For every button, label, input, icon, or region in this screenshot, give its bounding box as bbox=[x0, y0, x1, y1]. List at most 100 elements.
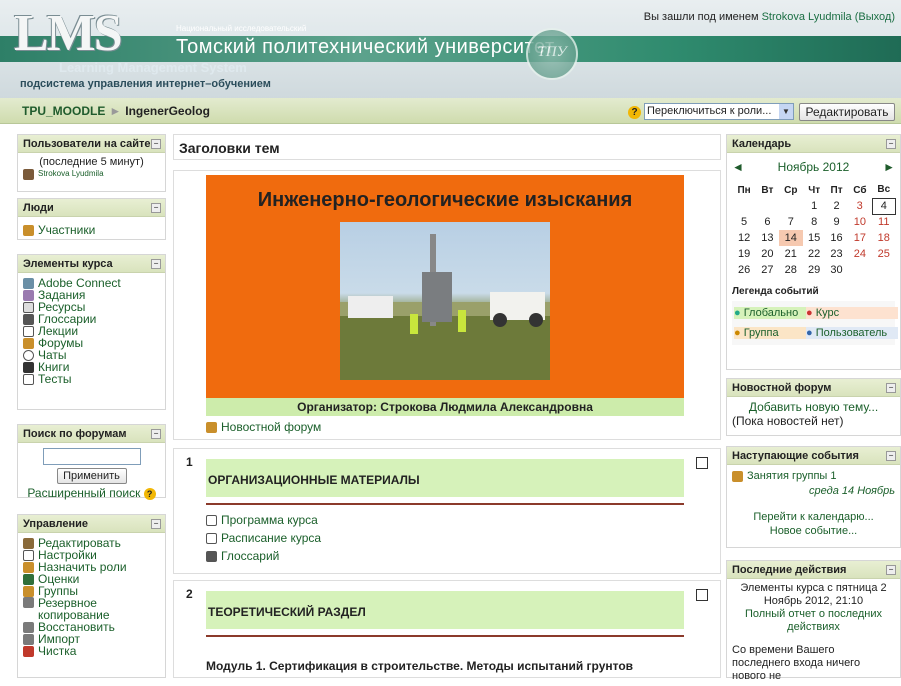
calendar-day[interactable]: 24 bbox=[848, 246, 872, 262]
collapse-icon[interactable]: − bbox=[886, 451, 896, 461]
full-report-link[interactable]: Полный отчет о последних действиях bbox=[732, 608, 895, 634]
calendar-day[interactable]: 7 bbox=[779, 214, 803, 230]
edit-icon bbox=[23, 537, 34, 549]
resource-link[interactable]: Программа курса bbox=[221, 513, 318, 527]
calendar-day[interactable]: 22 bbox=[803, 246, 825, 262]
help-icon[interactable]: ? bbox=[628, 106, 641, 119]
help-icon[interactable]: ? bbox=[143, 488, 156, 500]
calendar-day[interactable]: 3 bbox=[848, 198, 872, 214]
calendar-grid: Пн Вт Ср Чт Пт Сб Вс 1 2 3 4 5 6 7 8 9 10 11 12 13 14 15 16 17 1… bbox=[732, 182, 897, 278]
switch-role-select[interactable]: Переключиться к роли... ▼ bbox=[644, 103, 794, 120]
highlight-checkbox[interactable] bbox=[696, 457, 708, 469]
organizer-line: Организатор: Строкова Людмила Александро… bbox=[206, 398, 684, 416]
calendar-day[interactable]: 1 bbox=[803, 198, 825, 214]
section-divider bbox=[206, 503, 684, 505]
month-link[interactable]: Ноябрь 2012 bbox=[778, 158, 850, 176]
quiz-icon bbox=[23, 373, 34, 385]
calendar-day[interactable]: 6 bbox=[756, 214, 778, 230]
collapse-icon[interactable]: − bbox=[151, 203, 161, 213]
participants-icon bbox=[23, 224, 34, 236]
calendar-day[interactable]: 28 bbox=[779, 262, 803, 278]
book-icon bbox=[23, 361, 34, 373]
event-date-link[interactable]: среда 14 Ноябрь bbox=[732, 484, 895, 498]
lms-logo[interactable]: LMS bbox=[14, 4, 123, 63]
weekday-header: Пн bbox=[737, 184, 751, 196]
calendar-day[interactable]: 17 bbox=[848, 230, 872, 246]
calendar-day[interactable]: 8 bbox=[803, 214, 825, 230]
calendar-day[interactable]: 26 bbox=[732, 262, 756, 278]
weekday-header: Ср bbox=[784, 184, 798, 196]
highlight-checkbox[interactable] bbox=[696, 589, 708, 601]
prev-month-icon[interactable]: ◄ bbox=[732, 158, 744, 176]
groups-icon bbox=[23, 585, 34, 597]
advanced-search-link[interactable]: Расширенный поиск bbox=[27, 486, 140, 500]
legend-global[interactable]: Глобально bbox=[744, 307, 799, 319]
calendar-day[interactable]: 14 bbox=[778, 230, 803, 246]
calendar-day[interactable]: 5 bbox=[732, 214, 756, 230]
calendar-day[interactable]: 23 bbox=[825, 246, 847, 262]
collapse-icon[interactable]: − bbox=[151, 429, 161, 439]
backup-icon bbox=[23, 597, 34, 608]
edit-button[interactable]: Редактировать bbox=[799, 103, 895, 121]
chevron-down-icon[interactable]: ▼ bbox=[779, 104, 793, 119]
calendar-day[interactable]: 16 bbox=[825, 230, 847, 246]
legend-group[interactable]: Группа bbox=[744, 327, 779, 339]
no-news-text: (Пока новостей нет) bbox=[732, 414, 844, 428]
calendar-day[interactable]: 10 bbox=[848, 214, 872, 230]
event-link[interactable]: Занятия группы 1 bbox=[747, 470, 837, 482]
calendar-block: Календарь − ◄ Ноябрь 2012 ► Пн Вт Ср Чт Пт Сб В… bbox=[726, 134, 901, 370]
calendar-day[interactable]: 4 bbox=[871, 197, 897, 215]
calendar-day[interactable]: 9 bbox=[825, 214, 847, 230]
collapse-icon[interactable]: − bbox=[151, 259, 161, 269]
restore-icon bbox=[23, 621, 34, 633]
calendar-day[interactable]: 15 bbox=[803, 230, 825, 246]
online-note: (последние 5 минут) bbox=[39, 156, 144, 168]
calendar-day[interactable]: 18 bbox=[872, 230, 895, 246]
breadcrumb-home[interactable]: TPU_MOODLE bbox=[22, 104, 105, 118]
resource-link[interactable]: Глоссарий bbox=[221, 549, 279, 563]
participants-link[interactable]: Участники bbox=[38, 224, 95, 236]
collapse-icon[interactable]: − bbox=[151, 139, 161, 149]
calendar-day[interactable]: 2 bbox=[825, 198, 847, 214]
forum-search-input[interactable] bbox=[42, 448, 141, 465]
login-info: Вы зашли под именем Strokova Lyudmila (В… bbox=[644, 11, 895, 23]
collapse-icon[interactable]: − bbox=[151, 519, 161, 529]
calendar-day[interactable]: 30 bbox=[825, 262, 847, 278]
logout-link[interactable]: (Выход) bbox=[855, 11, 895, 23]
roles-icon bbox=[23, 561, 34, 573]
calendar-day[interactable]: 13 bbox=[756, 230, 778, 246]
new-event-link[interactable]: Новое событие... bbox=[732, 524, 895, 538]
activity-link[interactable]: Тесты bbox=[38, 373, 71, 385]
calendar-day[interactable]: 19 bbox=[732, 246, 756, 262]
admin-link[interactable]: Резервное копирование bbox=[38, 597, 138, 621]
online-user-link[interactable]: Strokova Lyudmila bbox=[38, 168, 104, 180]
calendar-day[interactable]: 27 bbox=[756, 262, 778, 278]
next-month-icon[interactable]: ► bbox=[883, 158, 895, 176]
user-link[interactable]: Strokova Lyudmila bbox=[762, 11, 852, 23]
goto-calendar-link[interactable]: Перейти к календарю... bbox=[732, 510, 895, 524]
eye-icon: ● bbox=[806, 327, 813, 339]
resource-link[interactable]: Расписание курса bbox=[221, 531, 321, 545]
recent-activity-block: Последние действия − Элементы курса с пят… bbox=[726, 560, 901, 682]
news-forum-link[interactable]: Новостной форум bbox=[221, 420, 321, 434]
admin-block: Управление − Редактировать Настройки Назн… bbox=[17, 514, 166, 678]
collapse-icon[interactable]: − bbox=[886, 383, 896, 393]
calendar-day[interactable]: 25 bbox=[872, 246, 895, 262]
legend-user[interactable]: Пользователь bbox=[816, 327, 887, 339]
apply-button[interactable]: Применить bbox=[56, 468, 127, 484]
collapse-icon[interactable]: − bbox=[886, 565, 896, 575]
glossary-icon bbox=[206, 550, 217, 562]
calendar-day[interactable]: 11 bbox=[872, 214, 895, 230]
calendar-day[interactable]: 12 bbox=[732, 230, 756, 246]
calendar-day[interactable]: 20 bbox=[756, 246, 778, 262]
section-2: 2 ТЕОРЕТИЧЕСКИЙ РАЗДЕЛ Модуль 1. Сертифи… bbox=[173, 580, 721, 678]
calendar-empty bbox=[732, 198, 756, 214]
collapse-icon[interactable]: − bbox=[886, 139, 896, 149]
admin-link[interactable]: Чистка bbox=[38, 645, 76, 657]
calendar-day[interactable]: 21 bbox=[779, 246, 803, 262]
calendar-day[interactable]: 29 bbox=[803, 262, 825, 278]
add-topic-link[interactable]: Добавить новую тему... bbox=[732, 400, 895, 414]
forum-search-block: Поиск по форумам − Применить Расширенный … bbox=[17, 424, 166, 500]
legend-course[interactable]: Курс bbox=[816, 307, 839, 319]
calendar-empty bbox=[872, 262, 895, 278]
